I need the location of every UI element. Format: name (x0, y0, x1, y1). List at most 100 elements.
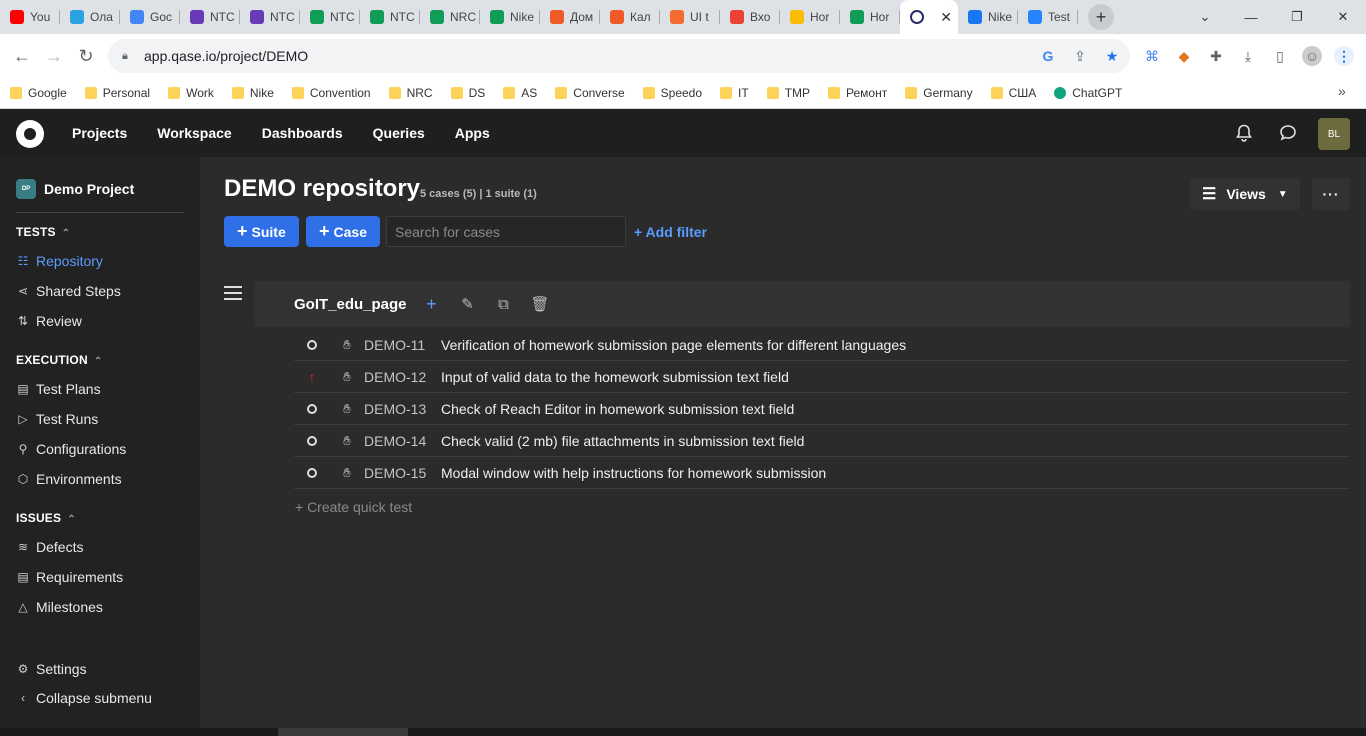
url-field[interactable]: 🔒︎ app.qase.io/project/DEMO (108, 39, 1130, 73)
browser-tab[interactable]: UI t (660, 0, 720, 34)
bookmark-item[interactable]: Nike (231, 86, 274, 100)
case-row[interactable]: ✋︎ DEMO-15 Modal window with help instruct… (294, 457, 1350, 489)
tab-title: Goc (150, 10, 173, 24)
views-button[interactable]: ☰ Views ▼ (1190, 178, 1300, 210)
case-row[interactable]: ✋︎ DEMO-11 Verification of homework submis… (294, 329, 1350, 361)
bookmark-item[interactable]: Work (168, 86, 214, 100)
browser-tab[interactable]: ✕ (900, 0, 958, 34)
bookmark-item[interactable]: Google (10, 86, 67, 100)
qase-icon (910, 10, 924, 24)
sidebar-item-repository[interactable]: ☷ Repository (16, 253, 103, 269)
extensions-icon[interactable]: ✚ (1206, 46, 1226, 66)
bookmark-item[interactable]: Personal (84, 86, 150, 100)
metamask-icon[interactable]: ◆ (1174, 46, 1194, 66)
tab-search-icon[interactable]: ⌄ (1182, 0, 1228, 34)
bookmark-item[interactable]: DS (450, 86, 485, 100)
close-tab-icon[interactable]: ✕ (940, 9, 952, 26)
google-icon[interactable]: G (1038, 46, 1058, 66)
nav-apps[interactable]: Apps (455, 125, 490, 141)
bookmark-item[interactable]: Convention (291, 86, 371, 100)
section-execution[interactable]: EXECUTION ⌃ (16, 353, 102, 367)
case-row[interactable]: ✋︎ DEMO-13 Check of Reach Editor in homewo… (294, 393, 1350, 425)
chat-icon[interactable] (1278, 123, 1298, 143)
case-row[interactable]: ↑ ✋︎ DEMO-12 Input of valid data to the hom… (294, 361, 1350, 393)
browser-tab[interactable]: NTC (240, 0, 300, 34)
bookmark-item[interactable]: TMP (766, 86, 810, 100)
add-filter-link[interactable]: + Add filter (634, 224, 707, 240)
browser-tab[interactable]: Hor (780, 0, 840, 34)
bookmark-item[interactable]: Converse (555, 86, 625, 100)
bookmark-item[interactable]: NRC (388, 86, 433, 100)
browser-tab[interactable]: You (0, 0, 60, 34)
suite-tree-toggle-icon[interactable] (224, 286, 242, 300)
browser-tab[interactable]: Hor (840, 0, 900, 34)
close-window-icon[interactable]: ✕ (1320, 0, 1366, 34)
add-suite-button[interactable]: + Suite (224, 216, 299, 247)
nav-queries[interactable]: Queries (373, 125, 425, 141)
browser-tab[interactable]: Nike (480, 0, 540, 34)
browser-tab[interactable]: NTC (360, 0, 420, 34)
bookmark-item[interactable]: Speedo (642, 86, 702, 100)
create-quick-test[interactable]: + Create quick test (295, 499, 412, 515)
browser-tab[interactable]: Nike (958, 0, 1018, 34)
new-tab-button[interactable]: + (1088, 4, 1114, 30)
sidebar-item-milestones[interactable]: △ Milestones (16, 599, 103, 615)
bookmark-star-icon[interactable]: ★ (1102, 46, 1122, 66)
browser-tab[interactable]: Ола (60, 0, 120, 34)
bookmark-item[interactable]: ChatGPT (1054, 86, 1122, 100)
bookmark-item[interactable]: IT (720, 86, 749, 100)
add-case-to-suite-icon[interactable]: + (423, 294, 441, 315)
add-case-button[interactable]: + Case (306, 216, 380, 247)
collapse-submenu-button[interactable]: ‹ Collapse submenu (16, 690, 152, 706)
browser-tab[interactable]: NRC (420, 0, 480, 34)
nav-projects[interactable]: Projects (72, 125, 127, 141)
sidebar-item-settings[interactable]: ⚙ Settings (16, 661, 87, 677)
bell-icon[interactable] (1234, 123, 1254, 143)
edit-icon[interactable]: ✎ (459, 295, 477, 313)
sidebar-item-configurations[interactable]: ⚲ Configurations (16, 441, 127, 457)
sidebar-item-shared-steps[interactable]: ⋖ Shared Steps (16, 283, 121, 299)
forward-icon[interactable]: → (38, 40, 70, 72)
nav-dashboards[interactable]: Dashboards (262, 125, 343, 141)
browser-tab[interactable]: NTC (180, 0, 240, 34)
chrome-menu-icon[interactable]: ⋮ (1334, 46, 1354, 66)
suite-name[interactable]: GoIT_edu_page (294, 296, 407, 313)
bookmark-item[interactable]: США (990, 86, 1036, 100)
browser-tab[interactable]: Test (1018, 0, 1078, 34)
browser-tab[interactable]: NTC (300, 0, 360, 34)
download-icon[interactable]: ⤓ (1238, 46, 1258, 66)
section-issues[interactable]: ISSUES ⌃ (16, 511, 76, 525)
browser-tab[interactable]: Дом (540, 0, 600, 34)
reload-icon[interactable]: ↻ (70, 40, 102, 72)
qase-logo[interactable] (16, 120, 44, 148)
bookmark-item[interactable]: AS (503, 86, 537, 100)
browser-tab[interactable]: Goc (120, 0, 180, 34)
browser-tab[interactable]: Кал (600, 0, 660, 34)
bookmarks-overflow-icon[interactable]: » (1338, 83, 1346, 99)
browser-tab[interactable]: Вхо (720, 0, 780, 34)
side-panel-icon[interactable]: ▯ (1270, 46, 1290, 66)
user-avatar[interactable]: BL (1318, 118, 1350, 150)
profile-icon[interactable]: ☺ (1302, 46, 1322, 66)
case-row[interactable]: ✋︎ DEMO-14 Check valid (2 mb) file attachm… (294, 425, 1350, 457)
restore-icon[interactable]: ❐ (1274, 0, 1320, 34)
translate-icon[interactable]: ⌘ (1142, 46, 1162, 66)
sidebar-item-defects[interactable]: ≋ Defects (16, 539, 84, 555)
section-tests[interactable]: TESTS ⌃ (16, 225, 70, 239)
share-icon[interactable]: ⇪ (1070, 46, 1090, 66)
sidebar-item-review[interactable]: ⇅ Review (16, 313, 82, 329)
bookmark-item[interactable]: Germany (905, 86, 973, 100)
clone-icon[interactable]: ⧉ (495, 296, 513, 313)
sidebar-item-requirements[interactable]: ▤ Requirements (16, 569, 123, 585)
more-options-button[interactable]: ··· (1312, 178, 1350, 210)
nav-workspace[interactable]: Workspace (157, 125, 231, 141)
minimize-icon[interactable]: — (1228, 0, 1274, 34)
trash-icon[interactable]: 🗑︎ (531, 295, 550, 313)
sidebar-item-environments[interactable]: ⬡ Environments (16, 471, 122, 487)
bookmark-item[interactable]: Ремонт (828, 86, 887, 100)
sidebar-item-test-runs[interactable]: ▷ Test Runs (16, 411, 98, 427)
back-icon[interactable]: ← (6, 40, 38, 72)
sidebar-item-test-plans[interactable]: ▤ Test Plans (16, 381, 100, 397)
search-cases-input[interactable] (386, 216, 626, 247)
project-switcher[interactable]: DP Demo Project (16, 179, 134, 199)
